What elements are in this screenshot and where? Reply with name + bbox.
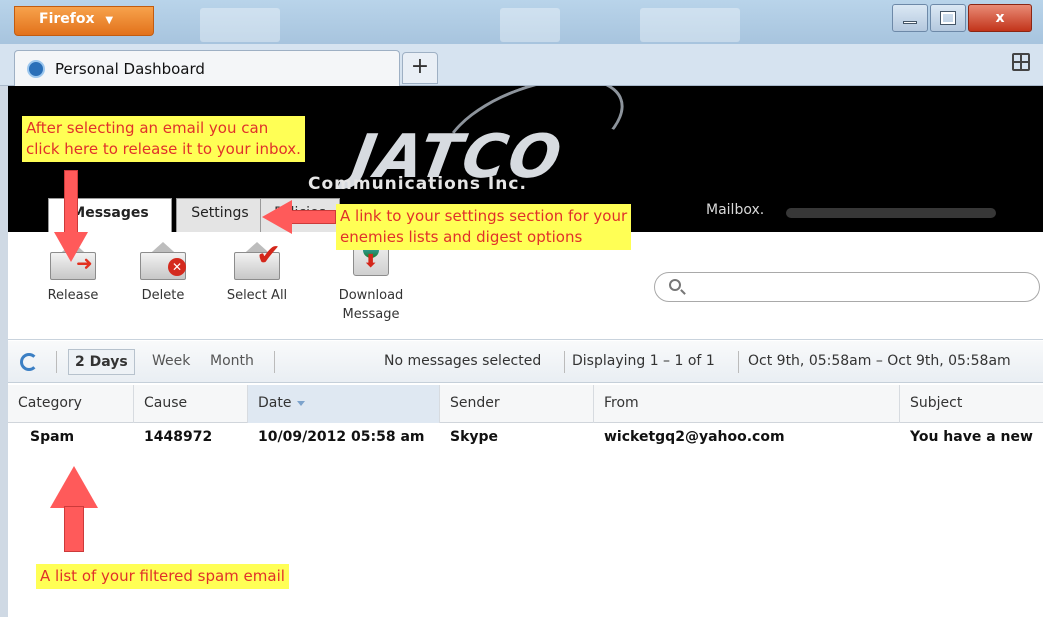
maximize-button[interactable]	[930, 4, 966, 32]
mailbox-label: Mailbox.	[706, 202, 765, 218]
minimize-icon	[903, 21, 917, 24]
redacted-address	[786, 208, 996, 218]
divider	[564, 351, 565, 373]
column-sender[interactable]: Sender	[440, 385, 594, 423]
tab-title: Personal Dashboard	[55, 60, 205, 78]
column-cause[interactable]: Cause	[134, 385, 248, 423]
window-border	[0, 86, 8, 617]
firefox-menu-label: Firefox	[39, 11, 95, 27]
cell-from: wicketgq2@yahoo.com	[604, 429, 785, 445]
search-icon	[669, 279, 681, 291]
release-label: Release	[47, 288, 99, 303]
firefox-menu-button[interactable]: Firefox ▼	[14, 6, 154, 36]
column-label: Cause	[144, 395, 188, 411]
tab-groups-icon[interactable]	[1012, 53, 1030, 71]
background-blur	[200, 8, 280, 42]
filter-bar: 2 Days Week Month No messages selected D…	[8, 341, 1043, 383]
plus-icon: +	[410, 54, 430, 79]
column-label: Subject	[910, 395, 963, 411]
range-month[interactable]: Month	[210, 353, 254, 369]
sort-desc-icon	[297, 400, 306, 406]
delete-button[interactable]: ✕ Delete	[128, 242, 198, 305]
download-label-line2: Message	[342, 307, 400, 322]
annotation-line: click here to release it to your inbox.	[26, 140, 301, 158]
browser-tabstrip: Personal Dashboard +	[0, 44, 1043, 86]
cell-date: 10/09/2012 05:58 am	[258, 429, 425, 445]
table-row[interactable]: Spam 1448972 10/09/2012 05:58 am Skype w…	[8, 423, 1043, 453]
window-titlebar: Firefox ▼ x	[0, 0, 1043, 44]
column-label: From	[604, 395, 639, 411]
date-range: Oct 9th, 05:58am – Oct 9th, 05:58am	[748, 353, 1011, 369]
tab-personal-dashboard[interactable]: Personal Dashboard	[14, 50, 400, 86]
column-date[interactable]: Date	[248, 385, 440, 423]
displaying-count: Displaying 1 – 1 of 1	[572, 353, 715, 369]
delete-envelope-icon: ✕	[140, 242, 186, 280]
select-all-button[interactable]: ✔ Select All	[214, 241, 300, 305]
column-subject[interactable]: Subject	[900, 385, 1043, 423]
close-window-button[interactable]: x	[968, 4, 1032, 32]
annotation-line: A list of your filtered spam email	[40, 567, 285, 585]
download-message-button[interactable]: ⬇ Download Message	[326, 242, 416, 324]
refresh-icon[interactable]	[20, 353, 38, 371]
cell-sender: Skype	[450, 429, 499, 445]
release-annotation: After selecting an email you can click h…	[22, 116, 305, 162]
background-blur	[500, 8, 560, 42]
range-week[interactable]: Week	[152, 353, 190, 369]
tab-settings[interactable]: Settings	[176, 198, 264, 232]
background-blur	[640, 8, 740, 42]
divider	[274, 351, 275, 373]
column-label: Sender	[450, 395, 500, 411]
minimize-button[interactable]	[892, 4, 928, 32]
selection-status: No messages selected	[384, 353, 542, 369]
annotation-line: enemies lists and digest options	[340, 228, 583, 246]
new-tab-button[interactable]: +	[402, 52, 438, 84]
divider	[56, 351, 57, 373]
column-label: Date	[258, 395, 292, 411]
select-all-label: Select All	[226, 288, 288, 303]
list-annotation: A list of your filtered spam email	[36, 564, 289, 589]
maximize-icon	[940, 11, 956, 25]
chevron-down-icon: ▼	[105, 15, 114, 26]
column-category[interactable]: Category	[8, 385, 134, 423]
range-2-days[interactable]: 2 Days	[68, 349, 135, 375]
select-all-envelope-icon: ✔	[234, 241, 281, 280]
site-favicon-icon	[27, 60, 45, 78]
annotation-line: After selecting an email you can	[26, 119, 269, 137]
cell-category: Spam	[30, 429, 75, 445]
settings-annotation: A link to your settings section for your…	[336, 204, 632, 250]
close-icon: x	[995, 10, 1005, 26]
column-label: Category	[18, 395, 82, 411]
search-input[interactable]	[654, 272, 1040, 302]
grid-header: Category Cause Date Sender From Subject	[8, 385, 1043, 423]
grid-body	[8, 453, 1043, 617]
cell-cause: 1448972	[144, 429, 213, 445]
column-from[interactable]: From	[594, 385, 900, 423]
annotation-line: A link to your settings section for your	[340, 207, 628, 225]
delete-label: Delete	[141, 288, 185, 303]
logo-subtitle: Communications Inc.	[308, 174, 527, 194]
cell-subject: You have a new	[910, 429, 1033, 445]
download-label-line1: Download	[338, 288, 404, 303]
divider	[738, 351, 739, 373]
